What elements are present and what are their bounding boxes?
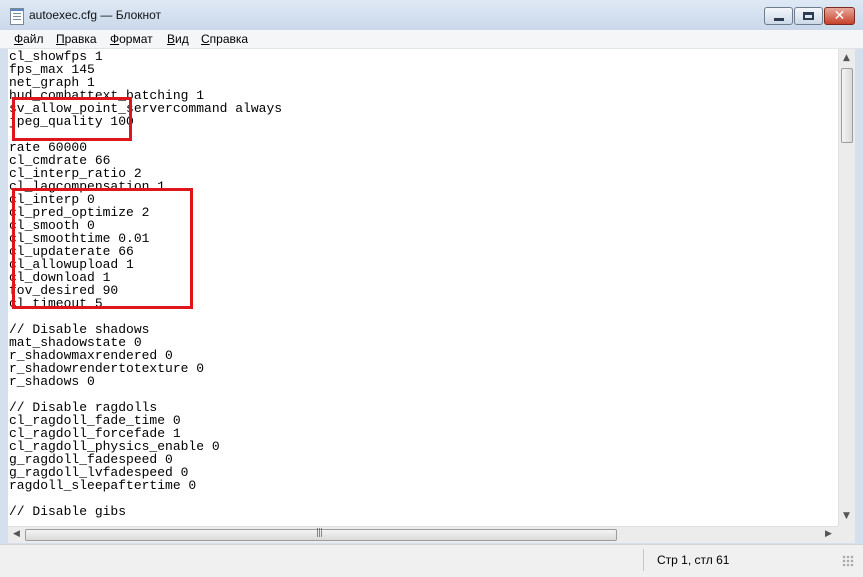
title-bar[interactable]: autoexec.cfg — Блокнот ✕ <box>0 0 863 30</box>
scroll-down-icon[interactable]: ▼ <box>843 512 850 521</box>
scroll-grip-icon: ||| <box>316 528 323 538</box>
horizontal-scrollbar[interactable]: ◀ ||| ▶ <box>8 526 838 543</box>
window-title: autoexec.cfg — Блокнот <box>29 8 162 22</box>
resize-grip-icon[interactable] <box>842 555 854 567</box>
notepad-window: autoexec.cfg — Блокнот ✕ Файл Правка Фор… <box>0 0 863 577</box>
menu-edit[interactable]: Правка <box>56 32 97 46</box>
text-editor[interactable]: cl_showfps 1 fps_max 145 net_graph 1 hud… <box>8 49 838 526</box>
menu-format[interactable]: Формат <box>110 32 153 46</box>
scroll-right-icon[interactable]: ▶ <box>825 530 832 539</box>
menu-bar: Файл Правка Формат Вид Справка <box>0 30 863 49</box>
cursor-position: Стр 1, стл 61 <box>657 553 730 567</box>
menu-file[interactable]: Файл <box>14 32 44 46</box>
menu-help[interactable]: Справка <box>201 32 248 46</box>
vertical-scroll-thumb[interactable] <box>841 68 853 143</box>
maximize-icon <box>803 12 814 20</box>
horizontal-scroll-thumb[interactable]: ||| <box>25 528 617 541</box>
minimize-button[interactable] <box>764 7 793 25</box>
vertical-scrollbar[interactable]: ▲ ▼ <box>838 49 855 526</box>
close-button[interactable]: ✕ <box>824 7 855 25</box>
maximize-button[interactable] <box>794 7 823 25</box>
close-icon: ✕ <box>833 8 846 24</box>
editor-text[interactable]: cl_showfps 1 fps_max 145 net_graph 1 hud… <box>9 50 282 518</box>
notepad-icon <box>10 8 24 25</box>
scroll-up-icon[interactable]: ▲ <box>843 54 850 63</box>
status-separator <box>643 549 644 571</box>
menu-view[interactable]: Вид <box>167 32 189 46</box>
scrollbar-corner <box>838 526 855 543</box>
minimize-icon <box>774 18 784 21</box>
scroll-left-icon[interactable]: ◀ <box>13 530 20 539</box>
status-bar: Стр 1, стл 61 <box>0 544 863 577</box>
